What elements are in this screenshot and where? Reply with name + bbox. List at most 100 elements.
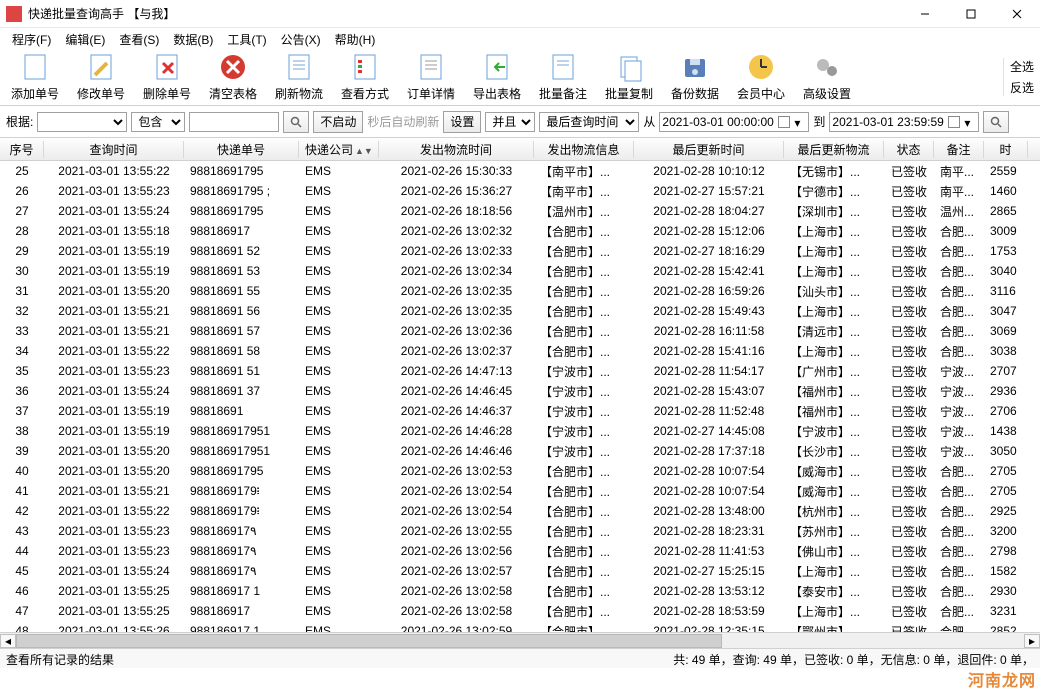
- table-row[interactable]: 362021-03-01 13:55:2498818691 37EMS2021-…: [0, 381, 1040, 401]
- date-search-button[interactable]: [983, 111, 1009, 133]
- table-row[interactable]: 312021-03-01 13:55:2098818691 55EMS2021-…: [0, 281, 1040, 301]
- table-row[interactable]: 472021-03-01 13:55:25988186917EMS2021-02…: [0, 601, 1040, 621]
- scroll-track[interactable]: [16, 634, 1024, 648]
- batchcopy-button[interactable]: 批量复制: [600, 51, 658, 102]
- grid-header: 序号查询时间快递单号快递公司▲▼发出物流时间发出物流信息最后更新时间最后更新物流…: [0, 139, 1040, 161]
- batchnote-button[interactable]: 批量备注: [534, 51, 592, 102]
- cell: 988186917٩: [184, 564, 299, 578]
- cell: 2930: [984, 584, 1028, 598]
- match-select[interactable]: 包含: [131, 112, 185, 132]
- cell: 2021-02-28 18:53:59: [634, 604, 784, 618]
- select-all-button[interactable]: 全选: [1010, 58, 1034, 75]
- advset-icon: [811, 51, 843, 83]
- table-row[interactable]: 372021-03-01 13:55:1998818691EMS2021-02-…: [0, 401, 1040, 421]
- table-row[interactable]: 422021-03-01 13:55:229881869179፧EMS2021-…: [0, 501, 1040, 521]
- cell: 43: [0, 524, 44, 538]
- column-header[interactable]: 最后更新时间: [634, 141, 784, 158]
- menu-item[interactable]: 帮助(H): [329, 29, 382, 50]
- from-date[interactable]: 2021-03-01 00:00:00▾: [659, 112, 809, 132]
- cell: 988186917: [184, 224, 299, 238]
- menu-item[interactable]: 公告(X): [275, 29, 327, 50]
- cell: 2021-02-26 13:02:54: [379, 484, 534, 498]
- table-row[interactable]: 262021-03-01 13:55:2398818691795 ;EMS202…: [0, 181, 1040, 201]
- del-button[interactable]: 删除单号: [138, 51, 196, 102]
- table-row[interactable]: 292021-03-01 13:55:1998818691 52EMS2021-…: [0, 241, 1040, 261]
- menu-item[interactable]: 数据(B): [167, 29, 219, 50]
- status-left: 查看所有记录的结果: [6, 651, 114, 666]
- cell: 36: [0, 384, 44, 398]
- column-header[interactable]: 序号: [0, 141, 44, 158]
- column-header[interactable]: 备注: [934, 141, 984, 158]
- menu-item[interactable]: 程序(F): [6, 29, 57, 50]
- field-select[interactable]: [37, 112, 127, 132]
- column-header[interactable]: 发出物流时间: [379, 141, 534, 158]
- cell: 2021-02-26 14:47:13: [379, 364, 534, 378]
- cell: 1753: [984, 244, 1028, 258]
- viewmode-button[interactable]: 查看方式: [336, 51, 394, 102]
- column-header[interactable]: 发出物流信息: [534, 141, 634, 158]
- cell: 【上海市】...: [784, 223, 884, 240]
- column-header[interactable]: 最后更新物流: [784, 141, 884, 158]
- table-row[interactable]: 442021-03-01 13:55:23988186917٩EMS2021-0…: [0, 541, 1040, 561]
- cell: 合肥...: [934, 483, 984, 500]
- grid-body[interactable]: 252021-03-01 13:55:2298818691795EMS2021-…: [0, 161, 1040, 646]
- table-row[interactable]: 322021-03-01 13:55:2198818691 56EMS2021-…: [0, 301, 1040, 321]
- detail-button[interactable]: 订单详情: [402, 51, 460, 102]
- column-header[interactable]: 时: [984, 141, 1028, 158]
- cell: 已签收: [884, 583, 934, 600]
- maximize-button[interactable]: [948, 0, 994, 28]
- backup-button[interactable]: 备份数据: [666, 51, 724, 102]
- scroll-right-icon[interactable]: ▸: [1024, 634, 1040, 648]
- close-button[interactable]: [994, 0, 1040, 28]
- table-row[interactable]: 402021-03-01 13:55:2098818691795EMS2021-…: [0, 461, 1040, 481]
- cell: 38: [0, 424, 44, 438]
- horizontal-scrollbar[interactable]: ◂ ▸: [0, 632, 1040, 648]
- tool-label: 修改单号: [77, 85, 125, 102]
- table-row[interactable]: 392021-03-01 13:55:20988186917951EMS2021…: [0, 441, 1040, 461]
- cell: 40: [0, 464, 44, 478]
- cell: 2021-03-01 13:55:18: [44, 224, 184, 238]
- timefield-select[interactable]: 最后查询时间: [539, 112, 639, 132]
- table-row[interactable]: 452021-03-01 13:55:24988186917٩EMS2021-0…: [0, 561, 1040, 581]
- to-date[interactable]: 2021-03-01 23:59:59▾: [829, 112, 979, 132]
- column-header[interactable]: 查询时间: [44, 141, 184, 158]
- menu-item[interactable]: 查看(S): [113, 29, 165, 50]
- table-row[interactable]: 272021-03-01 13:55:2498818691795EMS2021-…: [0, 201, 1040, 221]
- titlebar: 快递批量查询高手 【与我】: [0, 0, 1040, 28]
- table-row[interactable]: 432021-03-01 13:55:23988186917٩EMS2021-0…: [0, 521, 1040, 541]
- search-button[interactable]: [283, 111, 309, 133]
- advset-button[interactable]: 高级设置: [798, 51, 856, 102]
- table-row[interactable]: 332021-03-01 13:55:2198818691 57EMS2021-…: [0, 321, 1040, 341]
- clear-icon: [217, 51, 249, 83]
- table-row[interactable]: 342021-03-01 13:55:2298818691 58EMS2021-…: [0, 341, 1040, 361]
- invert-select-button[interactable]: 反选: [1010, 79, 1034, 96]
- minimize-button[interactable]: [902, 0, 948, 28]
- cell: 30: [0, 264, 44, 278]
- keyword-input[interactable]: [189, 112, 279, 132]
- scroll-left-icon[interactable]: ◂: [0, 634, 16, 648]
- settings-button[interactable]: 设置: [443, 111, 481, 133]
- menu-item[interactable]: 编辑(E): [59, 29, 111, 50]
- add-button[interactable]: 添加单号: [6, 51, 64, 102]
- table-row[interactable]: 282021-03-01 13:55:18988186917EMS2021-02…: [0, 221, 1040, 241]
- column-header[interactable]: 状态: [884, 141, 934, 158]
- refresh-button[interactable]: 刷新物流: [270, 51, 328, 102]
- cell: 2021-02-26 14:46:28: [379, 424, 534, 438]
- clear-button[interactable]: 清空表格: [204, 51, 262, 102]
- table-row[interactable]: 462021-03-01 13:55:25988186917 1EMS2021-…: [0, 581, 1040, 601]
- table-row[interactable]: 302021-03-01 13:55:1998818691 53EMS2021-…: [0, 261, 1040, 281]
- nostart-button[interactable]: 不启动: [313, 111, 363, 133]
- table-row[interactable]: 412021-03-01 13:55:219881869179፧EMS2021-…: [0, 481, 1040, 501]
- export-button[interactable]: 导出表格: [468, 51, 526, 102]
- scroll-thumb[interactable]: [16, 634, 722, 648]
- table-row[interactable]: 352021-03-01 13:55:2398818691 51EMS2021-…: [0, 361, 1040, 381]
- table-row[interactable]: 382021-03-01 13:55:19988186917951EMS2021…: [0, 421, 1040, 441]
- column-header[interactable]: 快递公司▲▼: [299, 141, 379, 158]
- refresh-icon: [283, 51, 315, 83]
- member-button[interactable]: 会员中心: [732, 51, 790, 102]
- logic-select[interactable]: 并且: [485, 112, 535, 132]
- table-row[interactable]: 252021-03-01 13:55:2298818691795EMS2021-…: [0, 161, 1040, 181]
- menu-item[interactable]: 工具(T): [221, 29, 272, 50]
- edit-button[interactable]: 修改单号: [72, 51, 130, 102]
- column-header[interactable]: 快递单号: [184, 141, 299, 158]
